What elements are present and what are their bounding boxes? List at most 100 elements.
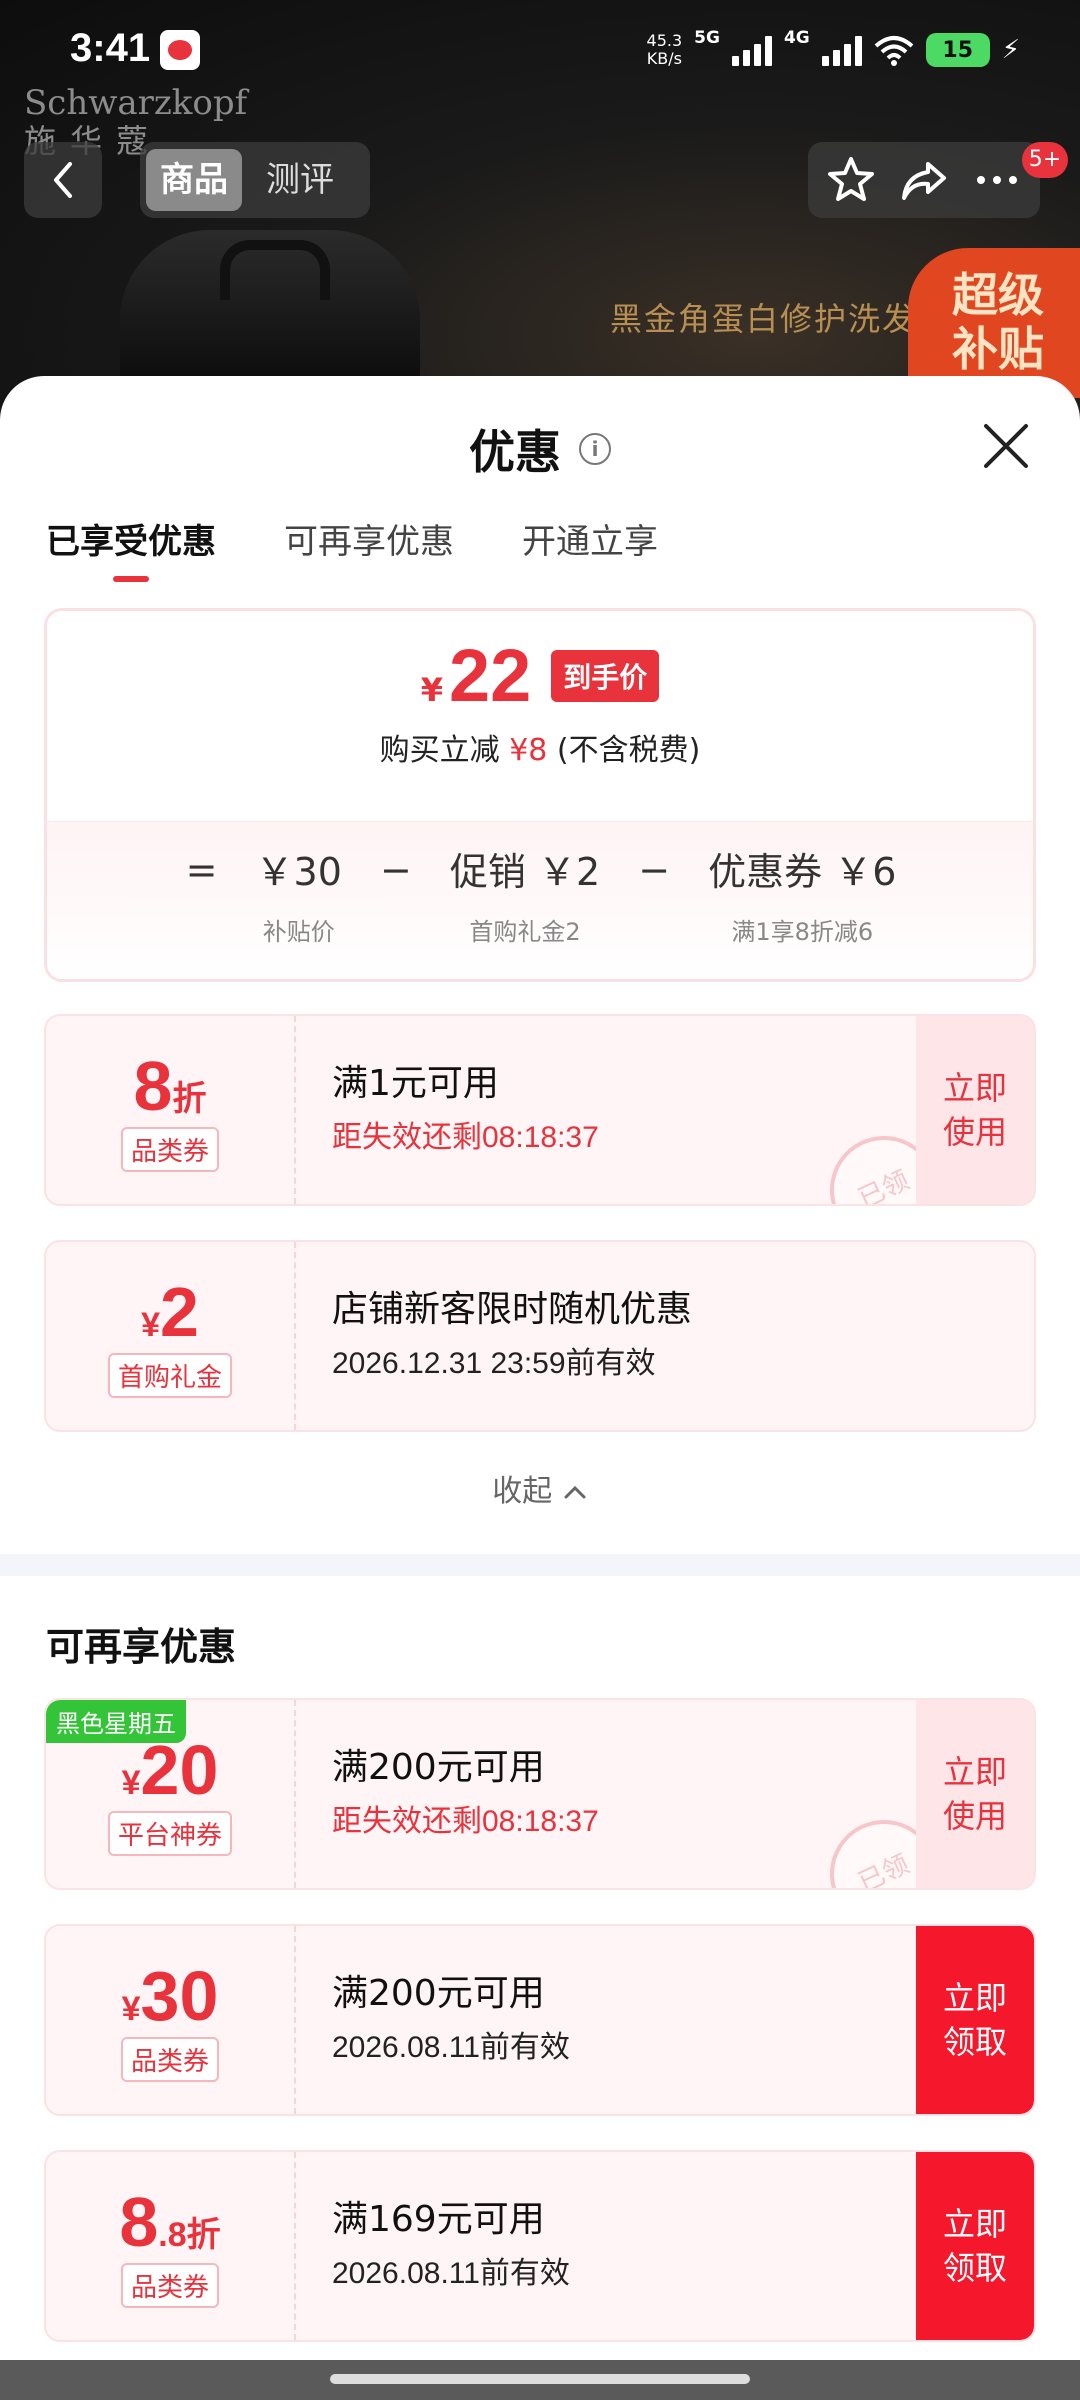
formula-label: 首购礼金2 [469, 918, 581, 946]
product-cap [220, 240, 330, 300]
coupon-card: 8 折 品类券 满1元可用 距失效还剩08:18:37 已领 立即 使用 [44, 1014, 1036, 1206]
coupon-type: 平台神券 [107, 1810, 232, 1856]
coupon-amount: ¥ 20 [122, 1733, 219, 1807]
coupon-amount-suffix: 折 [172, 1079, 207, 1118]
coupon-type: 品类券 [120, 1126, 219, 1172]
coupon-amount-value: 30 [140, 1956, 219, 2035]
coupon-amount: 8 折 [134, 1049, 207, 1123]
signal-4g-label: 4G [783, 28, 810, 48]
battery-icon: 15 [925, 33, 990, 67]
coupon-amount-prefix: ¥ [121, 1989, 141, 2028]
discount-tabs: 已享受优惠 可再享优惠 开通立享 [46, 514, 658, 582]
more-icon[interactable] [971, 154, 1023, 206]
chevron-up-icon [564, 1485, 586, 1498]
section-divider [0, 1554, 1080, 1576]
savings-prefix: 购买立减 [379, 733, 500, 768]
formula-label: 满1享8折减6 [731, 918, 874, 946]
coupon-type: 品类券 [120, 2036, 219, 2082]
header-actions [808, 142, 1040, 218]
coupon-condition: 满169元可用 [332, 2199, 545, 2240]
sheet-title: 优惠 [469, 425, 561, 479]
coupon-body: 满1元可用 距失效还剩08:18:37 [332, 1060, 904, 1156]
share-icon[interactable] [898, 154, 950, 206]
coupon-type: 品类券 [120, 2262, 219, 2308]
coupon-value: 8 .8折 品类券 [46, 2152, 296, 2340]
coupon-value: 8 折 品类券 [46, 1016, 296, 1204]
coupon-countdown: 距失效还剩08:18:37 [332, 1805, 599, 1838]
status-time: 3:41 [70, 26, 151, 70]
formula-value: 优惠券 ￥6 [708, 850, 897, 894]
wifi-icon [874, 36, 914, 66]
coupon-card: ¥ 2 首购礼金 店铺新客限时随机优惠 2026.12.31 23:59前有效 [44, 1240, 1036, 1432]
formula-item: 优惠券 ￥6 满1享8折减6 [708, 848, 896, 947]
tab-product[interactable]: 商品 [146, 149, 242, 211]
signal-icon [731, 34, 772, 66]
use-now-button[interactable]: 立即 使用 [916, 1700, 1034, 1888]
section-title: 可再享优惠 [46, 1625, 237, 1669]
formula-value: ￥30 [255, 850, 342, 894]
star-icon[interactable] [825, 154, 877, 206]
coupon-body: 满169元可用 2026.08.11前有效 [332, 2196, 904, 2292]
claim-now-button[interactable]: 立即 领取 [916, 1926, 1034, 2114]
brand-logo-en: Schwarzkopf [24, 83, 248, 123]
price-summary: ¥ 22 到手价 购买立减 ¥8 (不含税费) [47, 611, 1033, 821]
coupon-amount: 8 .8折 [119, 2185, 220, 2259]
coupon-card: ¥ 30 品类券 满200元可用 2026.08.11前有效 立即 领取 [44, 1924, 1036, 2116]
price-formula: = ￥30 补贴价 − 促销 ￥2 首购礼金2 − 优惠券 ￥6 满1享8折减6 [47, 822, 1033, 947]
coupon-amount-prefix: ¥ [141, 1305, 160, 1344]
tab-review[interactable]: 测评 [252, 149, 348, 211]
formula-value: 促销 ￥2 [449, 850, 601, 894]
equals-sign: = [185, 848, 218, 892]
savings-text: 购买立减 ¥8 (不含税费) [47, 725, 1033, 769]
coupon-card: ¥ 20 平台神券 黑色星期五 满200元可用 距失效还剩08:18:37 已领… [44, 1698, 1036, 1890]
coupon-amount-value: 8 [119, 2182, 159, 2261]
savings-amount: ¥8 [509, 733, 548, 768]
price-line: ¥ 22 到手价 [47, 611, 1033, 719]
collapse-label: 收起 [492, 1474, 553, 1509]
coupon-condition: 满200元可用 [332, 1747, 545, 1788]
coupon-amount: ¥ 30 [122, 1959, 219, 2033]
tab-enjoyed[interactable]: 已享受优惠 [46, 514, 216, 582]
price-currency: ¥ [420, 671, 443, 709]
coupon-body: 满200元可用 2026.08.11前有效 [332, 1970, 904, 2066]
coupon-amount-value: 2 [159, 1272, 199, 1351]
claim-now-button[interactable]: 立即 领取 [916, 2152, 1034, 2340]
banner-text: 黑金角蛋白修护洗发 [610, 300, 917, 338]
collapse-button[interactable]: 收起 [0, 1466, 1080, 1510]
network-speed-value: 45.3 [646, 31, 683, 50]
coupon-expiry: 2026.08.11前有效 [332, 2031, 570, 2064]
coupon-condition: 满200元可用 [332, 1973, 545, 2014]
product-page-background: 3:41 45.3 KB/s 5G 4G 15 ⚡ Schwarzkopf 施华… [0, 0, 1080, 420]
sheet-title-row: 优惠 i [0, 416, 1080, 482]
page-segment-switch: 商品 测评 [140, 142, 370, 218]
coupon-value: ¥ 30 品类券 [46, 1926, 296, 2114]
network-speed: 45.3 KB/s [647, 32, 683, 68]
coupon-amount-value: 20 [140, 1730, 219, 1809]
coupon-body: 满200元可用 距失效还剩08:18:37 [332, 1744, 904, 1840]
coupon-expiry: 2026.08.11前有效 [332, 2257, 570, 2290]
black-friday-tag: 黑色星期五 [46, 1700, 186, 1743]
formula-label: 补贴价 [262, 918, 335, 946]
close-icon[interactable] [980, 420, 1032, 472]
info-icon[interactable]: i [579, 433, 611, 465]
coupon-expiry: 2026.12.31 23:59前有效 [332, 1347, 656, 1380]
charging-icon: ⚡ [1001, 35, 1020, 65]
home-gesture-handle[interactable] [330, 2374, 750, 2384]
back-button[interactable] [24, 142, 102, 218]
tab-activate[interactable]: 开通立享 [522, 514, 658, 574]
final-price: 22 [448, 634, 532, 717]
coupon-amount-prefix: ¥ [121, 1763, 141, 1802]
app-notification-icon [160, 30, 200, 70]
tab-available[interactable]: 可再享优惠 [284, 514, 454, 574]
coupon-condition: 满1元可用 [332, 1063, 499, 1104]
network-speed-unit: KB/s [646, 49, 682, 68]
formula-item: 促销 ￥2 首购礼金2 [450, 848, 600, 947]
signal-icon-2 [821, 34, 862, 66]
final-price-card: ¥ 22 到手价 购买立减 ¥8 (不含税费) = ￥30 补贴价 − 促销 ￥… [44, 608, 1036, 982]
coupon-value: ¥ 2 首购礼金 [46, 1242, 296, 1430]
coupon-condition: 店铺新客限时随机优惠 [332, 1289, 693, 1330]
savings-suffix: (不含税费) [556, 733, 701, 768]
coupon-amount-value: 8 [133, 1046, 173, 1125]
use-now-button[interactable]: 立即 使用 [916, 1016, 1034, 1204]
message-count-badge: 5+ [1022, 142, 1068, 178]
